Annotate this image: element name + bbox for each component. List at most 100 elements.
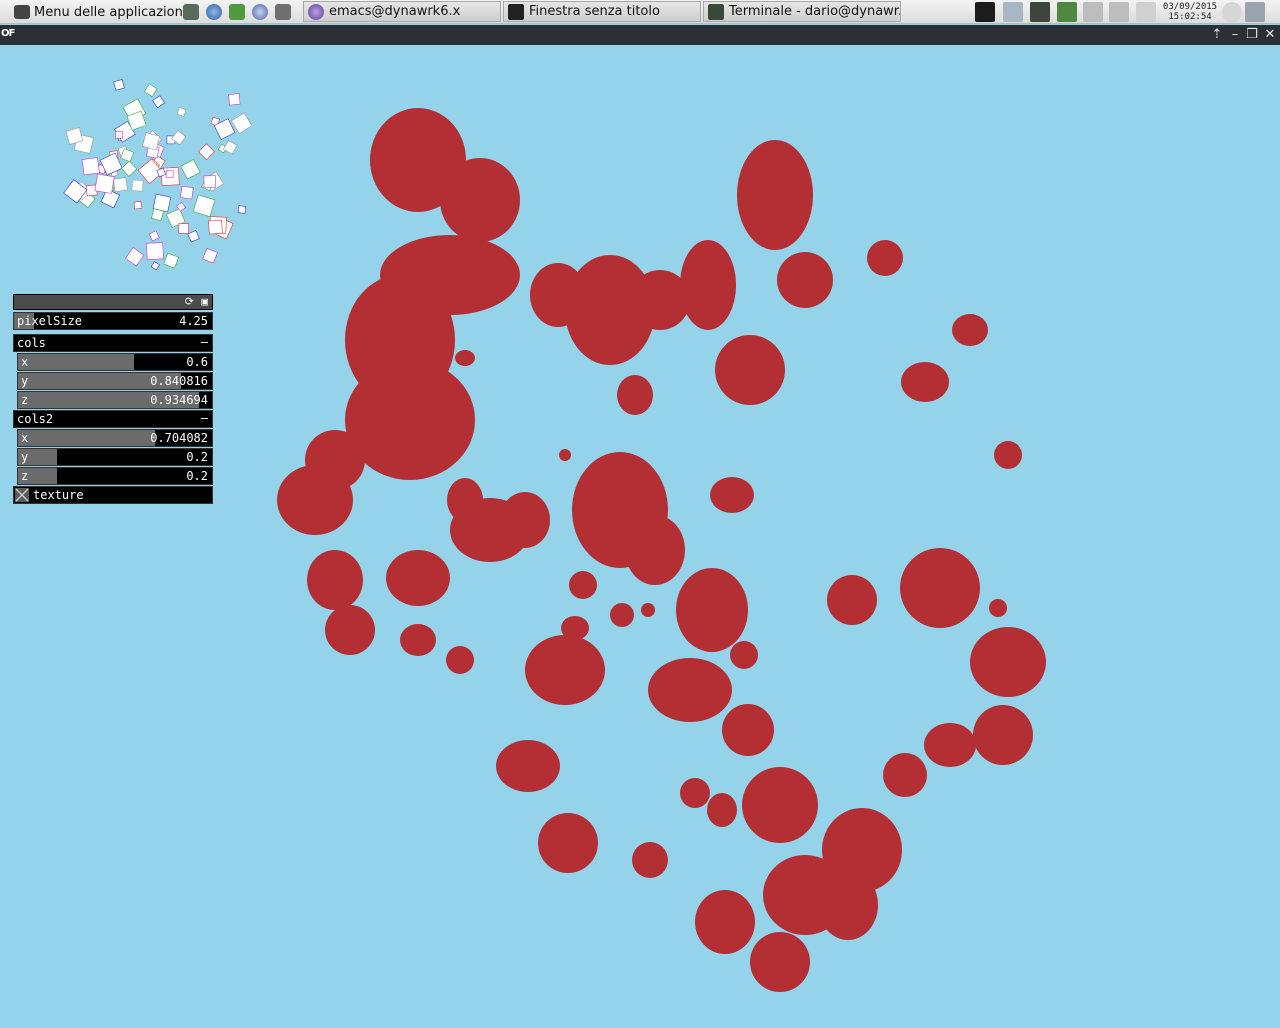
thumbnail-square	[208, 219, 223, 235]
close-icon[interactable]: ✕	[1262, 26, 1278, 44]
task-title: emacs@dynawrk6.x	[329, 4, 461, 19]
pixel-blob	[641, 603, 655, 617]
workspace-4-icon[interactable]	[1057, 2, 1077, 22]
xfce-logo-icon	[14, 5, 30, 19]
network-launcher-icon[interactable]	[252, 4, 268, 20]
cols-y-slider[interactable]: y 0.840816	[17, 372, 213, 390]
gui-panel: ⟳ ▣ pixelSize 4.25 cols – x 0.6 y 0.8408…	[13, 294, 213, 504]
workspace-2-icon[interactable]	[1003, 2, 1023, 22]
pixel-blob	[901, 362, 949, 402]
calculator-launcher-icon[interactable]	[275, 4, 291, 20]
task-emacs[interactable]: emacs@dynawrk6.x	[303, 1, 501, 22]
thumbnail-square	[121, 160, 138, 177]
thumbnail-square	[203, 175, 216, 188]
slider-value: 0.840816	[150, 374, 208, 388]
workspace-5-icon[interactable]	[1083, 2, 1103, 22]
reload-icon[interactable]: ⟳	[185, 295, 194, 308]
thumbnail-square	[180, 159, 201, 180]
slider-label: x	[21, 431, 29, 445]
pixel-blob	[569, 571, 597, 599]
slider-value: 4.25	[179, 314, 208, 328]
task-untitled-window[interactable]: Finestra senza titolo	[503, 1, 701, 22]
pixel-blob	[676, 568, 748, 652]
thumbnail-square	[176, 107, 187, 117]
texture-toggle[interactable]: texture	[13, 486, 213, 504]
pixel-blob	[680, 778, 710, 808]
openframeworks-icon	[508, 3, 524, 20]
pixelsize-slider[interactable]: pixelSize 4.25	[13, 312, 213, 330]
group-title: cols2	[17, 412, 54, 426]
thumbnail-square	[133, 201, 143, 210]
workspace-3-icon[interactable]	[1030, 2, 1050, 22]
group-title: cols	[17, 336, 46, 350]
save-icon[interactable]: ▣	[201, 295, 208, 308]
pixel-blob	[648, 658, 732, 722]
pixel-blob	[305, 430, 365, 490]
clock-time: 15:02:54	[1168, 12, 1212, 22]
pixel-blob	[730, 641, 758, 669]
applications-menu[interactable]: Menu delle applicazioni	[14, 2, 186, 22]
browser-launcher-icon[interactable]	[206, 4, 222, 20]
pixel-blob	[538, 813, 598, 873]
terminal-launcher-icon[interactable]	[183, 4, 199, 20]
task-terminal[interactable]: Terminale - dario@dynawr...	[703, 1, 901, 22]
pixel-blob	[455, 350, 475, 366]
thumbnail-square	[180, 185, 194, 200]
pixel-blob	[989, 599, 1007, 617]
pixel-blob	[750, 932, 810, 992]
workspace-1-icon[interactable]	[975, 2, 995, 22]
thumbnail-square	[163, 252, 180, 269]
show-desktop-icon[interactable]	[1245, 2, 1265, 22]
pixel-blob	[707, 793, 737, 827]
chart-launcher-icon[interactable]	[229, 4, 245, 20]
pixel-blob	[400, 624, 436, 656]
cols-x-slider[interactable]: x 0.6	[17, 353, 213, 371]
thumbnail-square	[187, 230, 200, 243]
thumbnail-square	[178, 223, 190, 234]
clock-date: 03/09/2015	[1162, 2, 1218, 12]
thumbnail-square	[81, 157, 100, 176]
thumbnail-square	[222, 140, 238, 155]
network-status-icon[interactable]	[1136, 2, 1156, 22]
pixel-blob	[386, 550, 450, 606]
thumbnail-square	[237, 205, 247, 214]
window-pin-icon[interactable]: ⇡	[1209, 26, 1225, 44]
checkbox-icon[interactable]	[15, 488, 29, 502]
pixel-blob	[900, 548, 980, 628]
cols2-x-slider[interactable]: x 0.704082	[17, 429, 213, 447]
thumbnail-square	[228, 93, 241, 106]
minimize-icon[interactable]: –	[1227, 26, 1243, 44]
workspace-6-icon[interactable]	[1109, 2, 1129, 22]
cols2-y-slider[interactable]: y 0.2	[17, 448, 213, 466]
thumbnail-square	[202, 248, 218, 264]
cols-group-header[interactable]: cols –	[13, 334, 213, 352]
pixel-blob	[924, 723, 976, 767]
group-minimize-button[interactable]: –	[201, 411, 208, 425]
pixel-blob	[973, 705, 1033, 765]
thumbnail-square	[151, 208, 164, 222]
cols-z-slider[interactable]: z 0.934694	[17, 391, 213, 409]
render-canvas[interactable]	[0, 45, 1280, 1024]
applications-menu-label: Menu delle applicazioni	[34, 4, 187, 20]
task-title: Finestra senza titolo	[529, 4, 660, 19]
window-titlebar[interactable]: OF ⇡ – ❐ ✕	[0, 25, 1280, 45]
pixel-blob	[307, 550, 363, 610]
power-icon[interactable]	[1222, 2, 1242, 22]
clock[interactable]: 03/09/2015 15:02:54	[1160, 2, 1220, 22]
taskbar: Menu delle applicazioni emacs@dynawrk6.x…	[0, 0, 1280, 24]
thumbnail-square	[150, 261, 160, 271]
gui-header: ⟳ ▣	[13, 294, 213, 310]
pixel-blob	[446, 646, 474, 674]
cols2-z-slider[interactable]: z 0.2	[17, 467, 213, 485]
group-minimize-button[interactable]: –	[201, 335, 208, 349]
pixel-blob	[440, 158, 520, 242]
pixel-blob	[695, 890, 755, 954]
pixel-blob	[610, 603, 634, 627]
pixel-blob	[496, 740, 560, 792]
thumbnail-square	[165, 170, 174, 179]
cols2-group-header[interactable]: cols2 –	[13, 410, 213, 428]
thumbnail-square	[192, 194, 216, 218]
slider-label: pixelSize	[17, 314, 83, 328]
maximize-icon[interactable]: ❐	[1244, 26, 1260, 44]
thumbnail-square	[146, 242, 164, 260]
